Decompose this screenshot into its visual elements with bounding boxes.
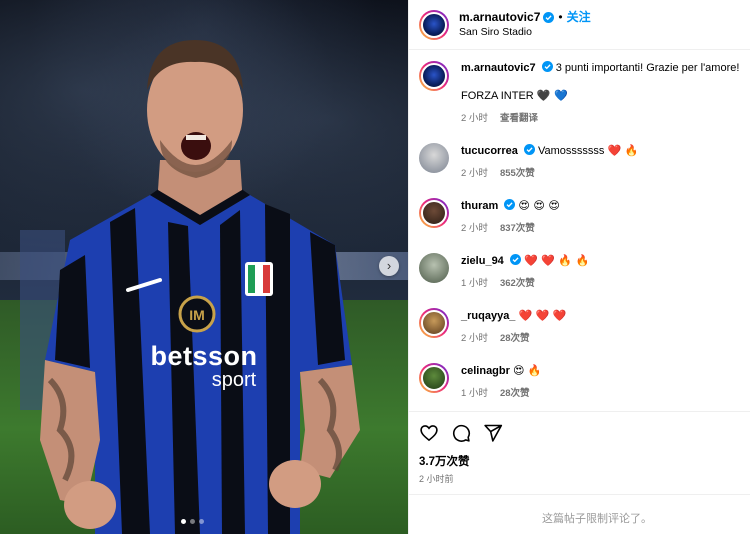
commenter-avatar[interactable] xyxy=(419,308,449,338)
carousel-dots xyxy=(181,519,204,524)
comment-username[interactable]: tucucorrea xyxy=(461,145,518,157)
likes-count[interactable]: 3.7万次赞 xyxy=(419,453,740,469)
post-actions: 3.7万次赞 2 小时前 xyxy=(409,411,750,485)
caption: m.arnautovic7 3 punti importanti! Grazie… xyxy=(419,61,740,124)
svg-text:IM: IM xyxy=(189,307,205,323)
carousel-dot xyxy=(199,519,204,524)
post-viewer: IM betsson sport › m.arnautovic7 • 关注 Sa… xyxy=(0,0,750,534)
caption-time: 2 小时 xyxy=(461,113,488,124)
jersey-sponsor: betsson sport xyxy=(134,341,274,392)
comments-restricted-note: 这篇帖子限制评论了。 xyxy=(542,513,652,525)
comment-emoji: ❤️ ❤️ ❤️ xyxy=(518,309,567,322)
commenter-avatar[interactable] xyxy=(419,363,449,393)
comment-item: zielu_94 ❤️ ❤️ 🔥 🔥 1 小时 362次赞 xyxy=(419,253,740,289)
next-photo-button[interactable]: › xyxy=(379,256,399,276)
heart-icon[interactable] xyxy=(419,423,439,443)
verified-icon xyxy=(509,254,521,265)
verified-icon xyxy=(504,199,516,210)
comment-emoji: 😍 🔥 xyxy=(512,364,542,377)
caption-emoji: 🖤 💙 xyxy=(536,89,568,102)
commenter-avatar[interactable] xyxy=(419,143,449,173)
comment-likes[interactable]: 837次赞 xyxy=(500,220,535,234)
author-avatar[interactable] xyxy=(419,9,449,40)
comment-username[interactable]: _ruqayya_ xyxy=(461,310,515,322)
share-icon[interactable] xyxy=(483,423,503,443)
comment-time: 2 小时 xyxy=(461,333,488,344)
comment-time: 2 小时 xyxy=(461,168,488,179)
post-timestamp: 2 小时前 xyxy=(419,474,454,484)
verified-icon xyxy=(523,144,535,155)
commenter-avatar[interactable] xyxy=(419,198,449,228)
follow-button[interactable]: 关注 xyxy=(567,10,591,25)
comment-likes[interactable]: 855次赞 xyxy=(500,165,535,179)
caption-avatar[interactable] xyxy=(419,61,449,91)
comment-icon[interactable] xyxy=(451,423,471,443)
post-photo[interactable]: IM betsson sport › xyxy=(0,0,408,534)
jersey-sponsor-sub: sport xyxy=(211,369,257,391)
comment-username[interactable]: celinagbr xyxy=(461,365,510,377)
comment-item: tucucorrea Vamosssssss ❤️ 🔥 2 小时 855次赞 xyxy=(419,143,740,179)
author-username[interactable]: m.arnautovic7 xyxy=(459,10,540,25)
comment-item: _ruqayya_ ❤️ ❤️ ❤️ 2 小时 28次赞 xyxy=(419,308,740,344)
verified-icon xyxy=(543,11,555,23)
player-illustration: IM xyxy=(20,40,360,534)
post-location[interactable]: San Siro Stadio xyxy=(459,25,591,40)
comments-list[interactable]: m.arnautovic7 3 punti importanti! Grazie… xyxy=(409,51,750,411)
follow-separator: • xyxy=(558,9,563,24)
comment-time: 2 小时 xyxy=(461,223,488,234)
verified-icon xyxy=(541,61,553,72)
comment-username[interactable]: zielu_94 xyxy=(461,255,504,267)
comment-item: thuram 😍 😍 😍 2 小时 837次赞 xyxy=(419,198,740,234)
comment-username[interactable]: thuram xyxy=(461,200,498,212)
comment-item: celinagbr 😍 🔥 1 小时 28次赞 xyxy=(419,363,740,399)
post-side-panel: m.arnautovic7 • 关注 San Siro Stadio m.arn… xyxy=(408,0,750,534)
comment-likes[interactable]: 362次赞 xyxy=(500,275,535,289)
comment-likes[interactable]: 28次赞 xyxy=(500,330,530,344)
comment-likes[interactable]: 28次赞 xyxy=(500,385,530,399)
comment-time: 1 小时 xyxy=(461,388,488,399)
translate-link[interactable]: 查看翻译 xyxy=(500,110,538,124)
post-header: m.arnautovic7 • 关注 San Siro Stadio xyxy=(409,0,750,50)
comment-emoji: 😍 😍 😍 xyxy=(518,199,560,212)
commenter-avatar[interactable] xyxy=(419,253,449,283)
jersey-sponsor-main: betsson xyxy=(150,341,258,371)
caption-text: 3 punti importanti! Grazie per l'amore! xyxy=(555,62,740,74)
comment-emoji: ❤️ ❤️ 🔥 🔥 xyxy=(523,254,590,267)
carousel-dot xyxy=(190,519,195,524)
comments-footer: 这篇帖子限制评论了。 xyxy=(409,494,750,534)
carousel-dot xyxy=(181,519,186,524)
comment-text: Vamosssssss xyxy=(537,145,605,157)
caption-username[interactable]: m.arnautovic7 xyxy=(461,62,536,74)
comment-time: 1 小时 xyxy=(461,278,488,289)
comment-emoji: ❤️ 🔥 xyxy=(607,144,639,157)
caption-text-2: FORZA INTER xyxy=(461,90,534,102)
